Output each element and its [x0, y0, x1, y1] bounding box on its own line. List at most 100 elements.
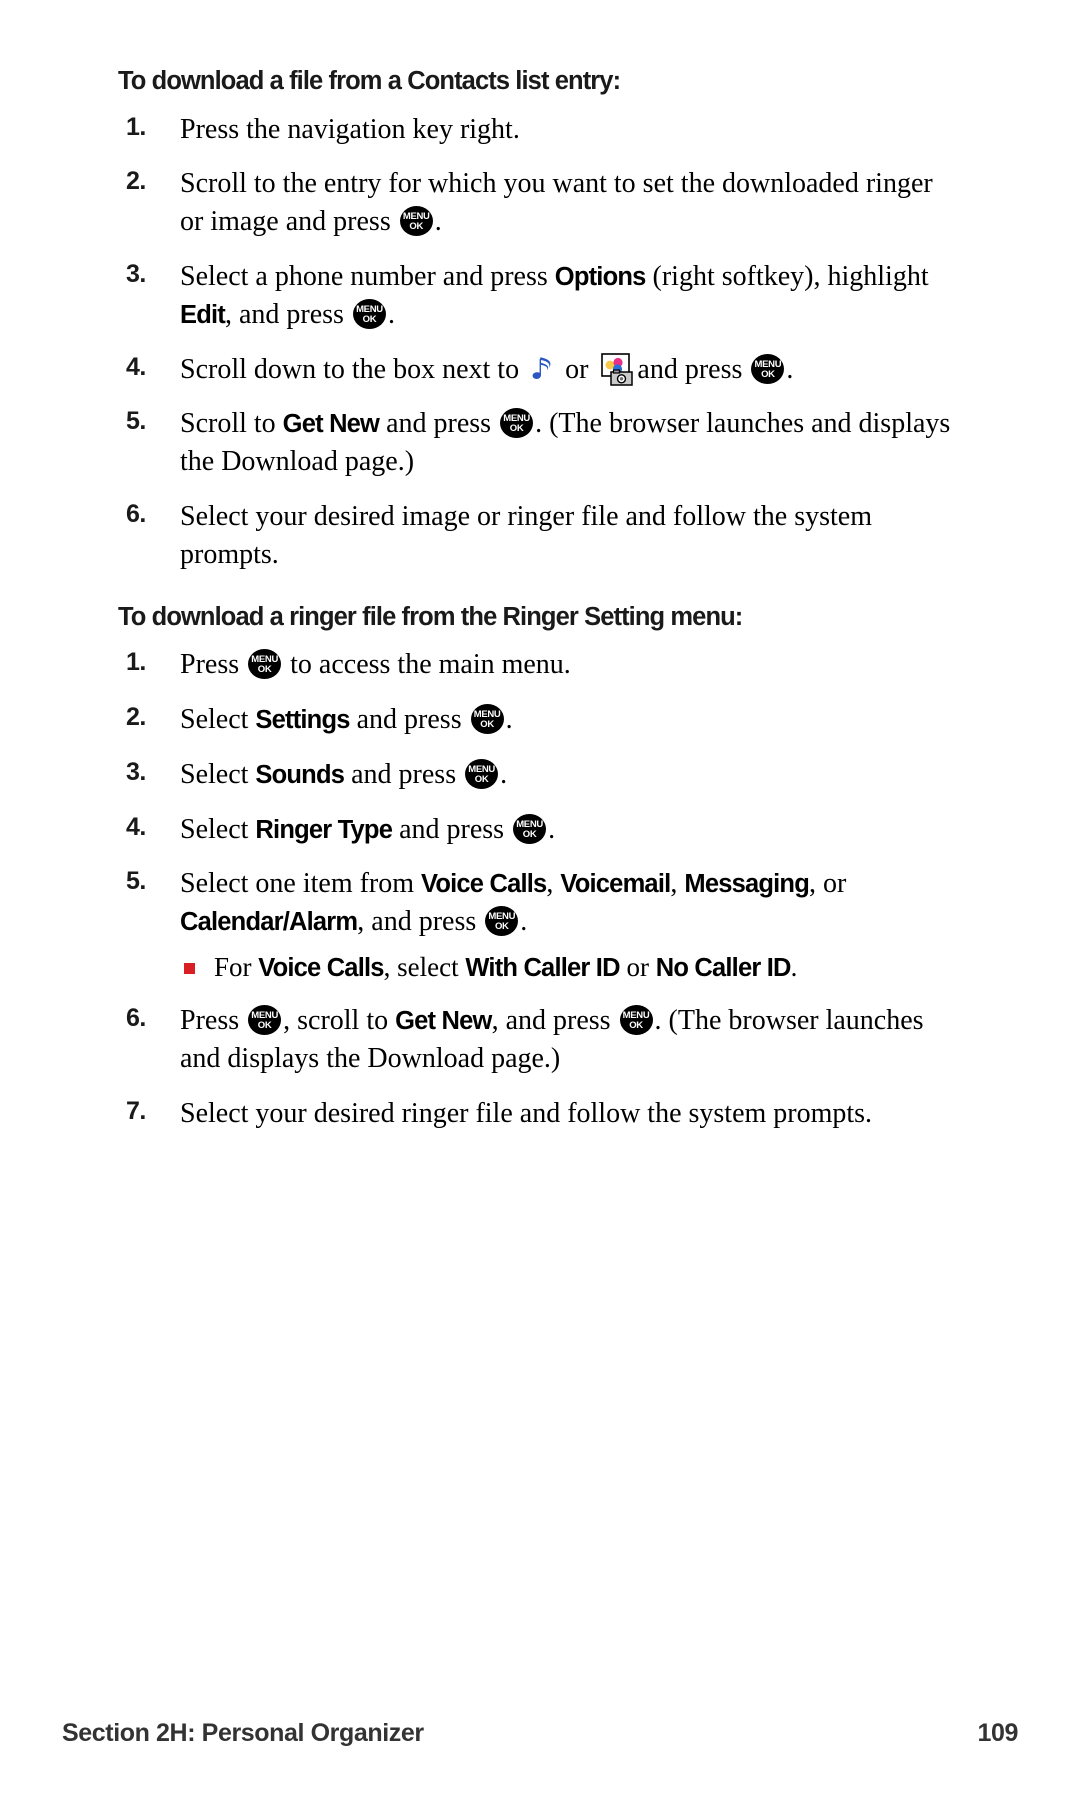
sub-bullet-list: For Voice Calls, select With Caller ID o…: [180, 949, 958, 985]
step-text-run: Select: [180, 758, 256, 790]
numbered-step: 1. Press the navigation key right.: [118, 111, 958, 149]
step-text-run: Select your desired image or ringer file…: [180, 500, 873, 570]
step-text-run: Press the navigation key right.: [180, 113, 520, 145]
procedure-heading-contacts: To download a file from a Contacts list …: [118, 67, 621, 95]
step-text-run: Select a phone number and press: [180, 260, 555, 292]
footer-page-number: 109: [977, 1719, 1018, 1747]
step-text-run: Select: [180, 703, 256, 735]
step-body: Select Sounds and press MENU OK.: [180, 756, 958, 794]
step-text-run: Press: [180, 649, 247, 681]
menu-ok-key-icon: MENU OK: [399, 206, 433, 237]
step-number: 2.: [126, 702, 146, 731]
numbered-step: 3. Select Sounds and press MENU OK.: [118, 756, 958, 794]
step-emphasis-term: Ringer Type: [255, 815, 393, 844]
step-text-run: , and press: [224, 298, 351, 330]
menu-ok-key-icon: MENU OK: [248, 649, 282, 680]
step-text-run: and press: [344, 758, 464, 790]
step-body: Select Settings and press MENU OK.: [180, 701, 958, 739]
step-text-run: (right softkey), highlight: [645, 260, 929, 292]
page-footer: Section 2H: Personal Organizer 109: [62, 1719, 1018, 1748]
step-text-run: .: [790, 951, 798, 982]
step-emphasis-term: Options: [554, 262, 647, 291]
step-body: Select one item from Voice Calls, Voicem…: [180, 865, 958, 941]
numbered-step: 6. Press MENU OK, scroll to Get New, and p…: [118, 1002, 958, 1078]
step-body: Scroll to the entry for which you want t…: [180, 165, 958, 241]
numbered-step: 2. Select Settings and press MENU OK.: [118, 701, 958, 739]
step-number: 6.: [126, 499, 146, 528]
menu-ok-key-icon: MENU OK: [352, 298, 386, 329]
numbered-step: 6. Select your desired image or ringer fi…: [118, 498, 958, 574]
step-emphasis-term: With Caller ID: [465, 953, 620, 982]
step-emphasis-term: Voice Calls: [258, 953, 384, 982]
step-text-run: Scroll to the entry for which you want t…: [180, 168, 933, 238]
step-text-run: For: [214, 951, 259, 982]
step-text-run: .: [387, 298, 395, 330]
step-text-run: Select your desired ringer file and foll…: [180, 1097, 873, 1129]
step-text-run: .: [434, 206, 442, 238]
step-text-run: , and press: [357, 906, 484, 938]
step-body: Select your desired image or ringer file…: [180, 498, 958, 574]
step-text-run: , or: [808, 868, 847, 900]
step-text-run: and press: [379, 408, 499, 440]
step-text-run: ,: [546, 868, 561, 900]
step-text-run: , select: [383, 951, 466, 982]
menu-ok-key-bottom-label: OK: [362, 313, 377, 325]
menu-ok-key-bottom-label: OK: [522, 828, 537, 840]
step-number: 7.: [126, 1096, 146, 1125]
menu-ok-key-icon: MENU OK: [470, 703, 504, 734]
menu-ok-key-icon: MENU OK: [485, 906, 519, 937]
step-body: Select your desired ringer file and foll…: [180, 1095, 958, 1133]
menu-ok-key-bottom-label: OK: [494, 921, 509, 933]
step-body: Press the navigation key right.: [180, 111, 958, 149]
menu-ok-key-bottom-label: OK: [480, 718, 494, 730]
step-number: 5.: [126, 407, 146, 436]
step-text-run: Select: [180, 813, 256, 845]
music-note-icon: [529, 354, 555, 384]
step-body: Press MENU OK, scroll to Get New, and pre…: [180, 1002, 958, 1078]
step-number: 3.: [126, 259, 146, 288]
numbered-step: 4. Scroll down to the box next to or and …: [118, 351, 958, 389]
menu-ok-key-icon: MENU OK: [500, 408, 534, 439]
step-number: 4.: [126, 352, 146, 381]
step-emphasis-term: Get New: [395, 1007, 492, 1036]
menu-ok-key-top-label: MENU: [754, 358, 782, 370]
step-text-run: Press: [180, 1005, 247, 1037]
step-text-run: , and press: [491, 1005, 618, 1037]
menu-ok-key-icon: MENU OK: [248, 1005, 282, 1036]
step-body: Scroll to Get New and press MENU OK. (The…: [180, 405, 958, 481]
menu-ok-key-bottom-label: OK: [509, 423, 524, 435]
menu-ok-key-icon: MENU OK: [619, 1005, 653, 1036]
menu-ok-key-icon: MENU OK: [465, 758, 499, 789]
square-bullet-icon: [184, 962, 195, 974]
numbered-step: 2. Scroll to the entry for which you want…: [118, 165, 958, 241]
step-text-run: , scroll to: [283, 1005, 396, 1037]
step-text-run: and press: [392, 813, 512, 845]
step-emphasis-term: No Caller ID: [655, 953, 792, 982]
numbered-step: 1. Press MENU OK to access the main menu.: [118, 646, 958, 684]
footer-section-label: Section 2H: Personal Organizer: [62, 1719, 424, 1747]
step-emphasis-term: Calendar/Alarm: [180, 908, 358, 937]
numbered-step: 5. Scroll to Get New and press MENU OK. (T…: [118, 405, 958, 481]
step-text-run: Select one item from: [180, 868, 422, 900]
step-text-run: and press: [349, 703, 469, 735]
steps-list-contacts: 1. Press the navigation key right. 2. Scrol…: [118, 111, 958, 574]
step-text-run: or: [619, 951, 656, 982]
menu-ok-key-bottom-label: OK: [257, 664, 272, 676]
page-content: To download a file from a Contacts list …: [118, 66, 958, 1133]
step-emphasis-term: Messaging: [684, 870, 809, 899]
menu-ok-key-icon: MENU OK: [513, 813, 547, 844]
step-number: 1.: [126, 648, 146, 677]
manual-page: To download a file from a Contacts list …: [0, 0, 1080, 1800]
menu-ok-key-bottom-label: OK: [474, 773, 489, 785]
numbered-step: 3. Select a phone number and press Option…: [118, 258, 958, 334]
step-text-run: or: [558, 353, 596, 385]
step-number: 5.: [126, 867, 146, 896]
step-number: 2.: [126, 167, 146, 196]
sub-bullet-body: For Voice Calls, select With Caller ID o…: [214, 952, 797, 982]
step-number: 6.: [126, 1004, 146, 1033]
numbered-step: 5. Select one item from Voice Calls, Voic…: [118, 865, 958, 985]
step-text-run: .: [500, 758, 508, 790]
steps-list-ringer: 1. Press MENU OK to access the main menu. 2…: [118, 646, 958, 1133]
menu-ok-key-bottom-label: OK: [409, 221, 424, 233]
step-body: Select a phone number and press Options …: [180, 258, 958, 334]
